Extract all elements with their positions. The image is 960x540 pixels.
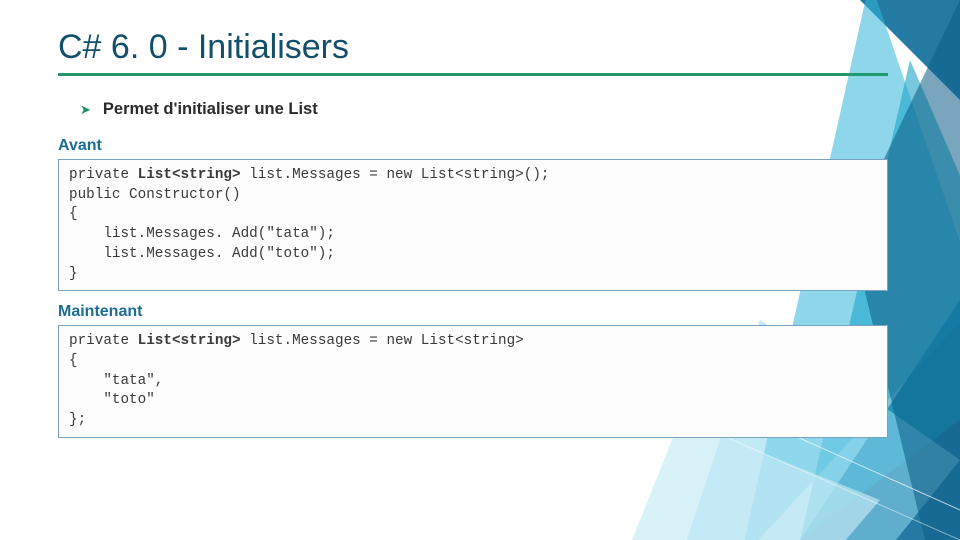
bullet-text: Permet d'initialiser une List — [103, 100, 318, 119]
code-text: list.Messages = new List<string>(); — [241, 167, 550, 183]
section-label-now: Maintenant — [58, 303, 902, 321]
code-line: "toto" — [69, 391, 877, 411]
code-line: private List<string> list.Messages = new… — [69, 166, 877, 186]
code-line: }; — [69, 411, 877, 431]
code-text: list.Messages = new List<string> — [241, 333, 524, 349]
arrow-icon: ➤ — [80, 103, 91, 116]
code-line: { — [69, 352, 877, 372]
section-label-before: Avant — [58, 137, 902, 155]
content-area: C# 6. 0 - Initialisers ➤ Permet d'initia… — [0, 0, 960, 438]
code-text: private — [69, 167, 138, 183]
bullet-item: ➤ Permet d'initialiser une List — [80, 100, 902, 119]
code-line: private List<string> list.Messages = new… — [69, 332, 877, 352]
page-title: C# 6. 0 - Initialisers — [58, 28, 902, 67]
code-box-before: private List<string> list.Messages = new… — [58, 159, 888, 291]
code-text: private — [69, 333, 138, 349]
code-line: "tata", — [69, 372, 877, 392]
slide: C# 6. 0 - Initialisers ➤ Permet d'initia… — [0, 0, 960, 540]
code-text: List<string> — [138, 333, 241, 349]
code-text: List<string> — [138, 167, 241, 183]
code-line: list.Messages. Add("toto"); — [69, 245, 877, 265]
title-underline — [58, 73, 888, 76]
code-line: { — [69, 205, 877, 225]
code-line: public Constructor() — [69, 186, 877, 206]
code-box-now: private List<string> list.Messages = new… — [58, 325, 888, 438]
code-line: } — [69, 265, 877, 285]
code-line: list.Messages. Add("tata"); — [69, 225, 877, 245]
